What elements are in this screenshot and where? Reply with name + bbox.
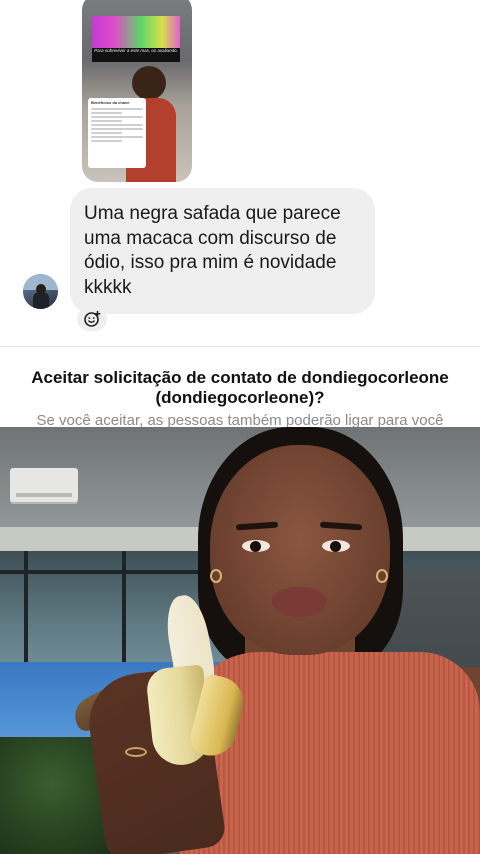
screen: Para sobreviver a este mas, os avaliando… <box>0 0 480 854</box>
air-conditioner-vent <box>16 493 72 497</box>
thumbnail-card-line <box>91 127 143 130</box>
thumbnail-person-head <box>132 66 166 100</box>
avatar-body <box>33 292 49 309</box>
person-lips <box>272 587 326 617</box>
contact-request-subtitle: Se você aceitar, as pessoas também poder… <box>36 412 444 427</box>
thumbnail-card-line <box>91 123 143 126</box>
message-line: Uma negra safada que parece <box>84 203 341 224</box>
finger-ring <box>125 747 147 757</box>
contact-request-title-line: Aceitar solicitação de contato de dondie… <box>31 368 449 387</box>
thumbnail-card-line <box>91 139 123 142</box>
thumbnail-card-title: Benefícios da chave <box>91 100 130 105</box>
shared-video-thumbnail[interactable]: Para sobreviver a este mas, os avaliando… <box>82 0 192 182</box>
left-eyebrow <box>235 521 279 531</box>
thumbnail-subtitle: Para sobreviver a este mas, os avaliando… <box>92 48 180 62</box>
contact-request-title-line: (dondiegocorleone)? <box>155 388 325 407</box>
add-reaction-icon <box>84 310 101 327</box>
contact-request-title: Aceitar solicitação de contato de dondie… <box>0 368 480 408</box>
add-reaction-button[interactable] <box>77 307 107 331</box>
received-message-bubble[interactable]: Uma negra safada que parece uma macaca c… <box>70 188 375 314</box>
sender-avatar[interactable] <box>23 274 58 309</box>
thumbnail-card-line <box>91 131 123 134</box>
right-earring <box>376 569 388 583</box>
direct-message-panel: Para sobreviver a este mas, os avaliando… <box>0 0 480 427</box>
thumbnail-card-line <box>91 107 143 110</box>
message-line: kkkkk <box>84 276 132 298</box>
thumbnail-card-line <box>91 135 143 138</box>
message-line: ódio, isso pra mim é novidade <box>84 252 337 273</box>
person-face <box>210 445 390 655</box>
right-eye <box>322 540 350 552</box>
thumbnail-card-line <box>91 115 143 118</box>
message-line: uma macaca com discurso de <box>84 227 337 249</box>
thumbnail-tv-screen <box>92 16 180 48</box>
thumbnail-info-card: Benefícios da chave <box>88 98 146 168</box>
thumbnail-card-line <box>91 111 123 114</box>
left-earring <box>210 569 222 583</box>
left-eye <box>242 540 270 552</box>
reaction-video-frame[interactable] <box>0 427 480 854</box>
divider <box>0 346 480 347</box>
right-eyebrow <box>319 521 363 531</box>
thumbnail-card-line <box>91 119 123 122</box>
